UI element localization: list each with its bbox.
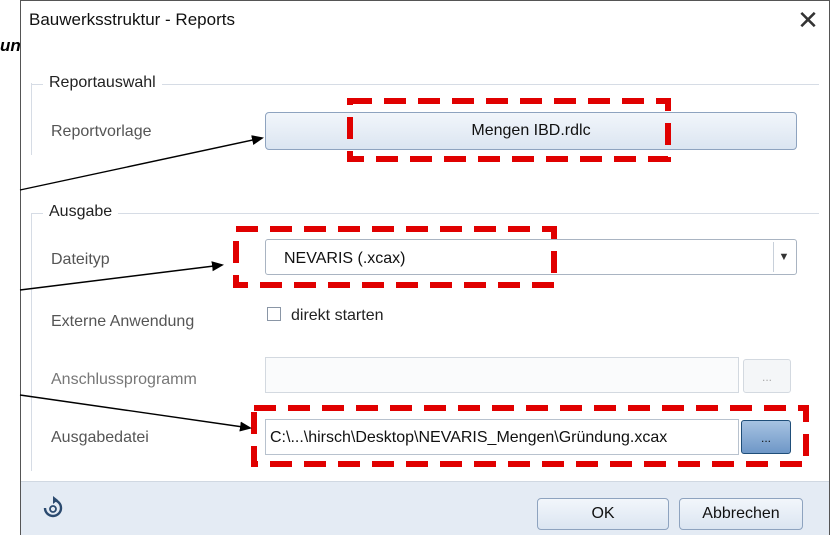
report-template-label: Reportvorlage (51, 123, 152, 140)
direct-start-label[interactable]: direkt starten (291, 307, 383, 325)
output-file-browse-button[interactable]: ... (741, 420, 791, 454)
program-input[interactable] (265, 357, 739, 393)
external-app-label: Externe Anwendung (51, 313, 195, 330)
dialog-footer: OK Abbrechen (21, 481, 829, 535)
cancel-label: Abbrechen (702, 505, 780, 522)
output-file-input[interactable]: C:\...\hirsch\Desktop\NEVARIS_Mengen\Grü… (265, 419, 739, 455)
program-browse-button[interactable]: ... (743, 359, 791, 393)
ok-button[interactable]: OK (537, 498, 669, 530)
report-group-legend: Reportauswahl (43, 74, 162, 92)
output-group-left-line (31, 213, 32, 471)
reset-icon[interactable] (41, 496, 65, 522)
filetype-select[interactable]: NEVARIS (.xcax) ▼ (265, 239, 797, 275)
report-template-button[interactable]: Mengen IBD.rdlc (265, 112, 797, 150)
report-group-top-line (31, 83, 32, 155)
close-button[interactable]: ✕ (793, 5, 823, 35)
window-title: Bauwerksstruktur - Reports (29, 10, 235, 29)
report-template-value: Mengen IBD.rdlc (471, 122, 591, 139)
filetype-label: Dateityp (51, 251, 110, 268)
filetype-value: NEVARIS (.xcax) (284, 250, 406, 267)
output-group-separator (31, 213, 819, 214)
direct-start-checkbox[interactable] (267, 307, 281, 321)
output-file-value: C:\...\hirsch\Desktop\NEVARIS_Mengen\Grü… (270, 429, 668, 446)
title-bar: Bauwerksstruktur - Reports ✕ (21, 1, 829, 39)
chevron-down-icon[interactable]: ▼ (773, 242, 794, 272)
output-file-label: Ausgabedatei (51, 429, 149, 446)
reports-dialog: Bauwerksstruktur - Reports ✕ Reportauswa… (20, 0, 830, 535)
ok-label: OK (591, 505, 615, 522)
program-label: Anschlussprogramm (51, 371, 197, 388)
cancel-button[interactable]: Abbrechen (679, 498, 803, 530)
output-group-legend: Ausgabe (43, 203, 119, 221)
